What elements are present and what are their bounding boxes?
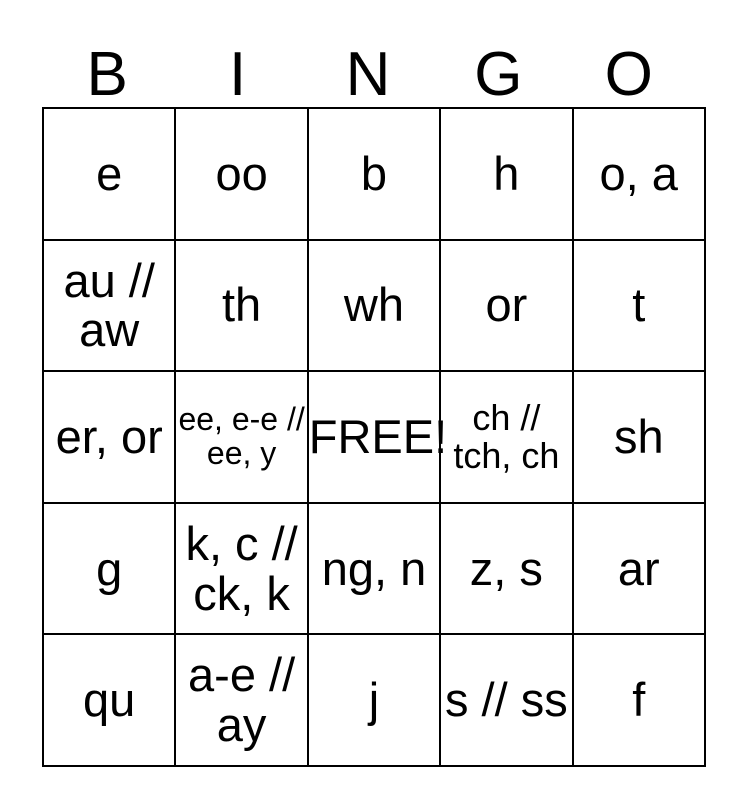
bingo-cell-label: a-e // ay <box>188 648 296 752</box>
bingo-cell-label: h <box>493 146 520 200</box>
bingo-header-cell-o: O <box>564 18 694 107</box>
bingo-header-cell-g: G <box>433 18 563 107</box>
bingo-row: g k, c // ck, k ng, n z, s ar <box>41 501 706 636</box>
bingo-row: au // aw th wh or t <box>41 238 706 373</box>
bingo-cell[interactable]: ch // tch, ch <box>439 370 574 504</box>
bingo-row: qu a-e // ay j s // ss f <box>41 633 706 767</box>
bingo-cell-label: ng, n <box>321 541 427 595</box>
bingo-cell-label: f <box>632 673 646 727</box>
bingo-cell-label: k, c // ck, k <box>185 516 298 620</box>
bingo-cell-label: oo <box>215 146 268 200</box>
bingo-card: B I N G O e oo b h o, a au // aw th wh o… <box>41 18 706 767</box>
bingo-row: e oo b h o, a <box>41 107 706 241</box>
bingo-cell-label: or <box>485 278 528 332</box>
bingo-cell[interactable]: ee, e-e // ee, y <box>174 370 309 504</box>
bingo-free-space-label: FREE! <box>308 410 448 464</box>
bingo-cell[interactable]: sh <box>571 370 706 504</box>
bingo-cell[interactable]: h <box>439 107 574 241</box>
bingo-cell-label: th <box>221 278 262 332</box>
bingo-cell-label: o, a <box>599 146 678 200</box>
bingo-header-letter: B <box>86 40 128 110</box>
bingo-cell[interactable]: t <box>571 238 706 373</box>
bingo-cell[interactable]: b <box>306 107 442 241</box>
bingo-cell-free[interactable]: FREE! <box>306 370 448 504</box>
bingo-cell[interactable]: z, s <box>439 501 574 636</box>
bingo-cell-label: qu <box>83 673 136 727</box>
bingo-cell[interactable]: er, or <box>41 370 177 504</box>
bingo-cell[interactable]: ng, n <box>306 501 442 636</box>
bingo-cell-label: er, or <box>55 410 163 464</box>
bingo-cell-label: ch // tch, ch <box>453 396 560 476</box>
bingo-cell[interactable]: th <box>174 238 309 373</box>
bingo-cell[interactable]: o, a <box>571 107 706 241</box>
bingo-cell-label: e <box>96 146 123 200</box>
bingo-cell-label: b <box>360 146 388 200</box>
bingo-row: er, or ee, e-e // ee, y FREE! ch // tch,… <box>41 370 706 504</box>
bingo-cell-label: ee, e-e // ee, y <box>178 401 305 471</box>
bingo-header-row: B I N G O <box>42 18 694 107</box>
bingo-header-letter: I <box>228 40 247 110</box>
bingo-cell-label: z, s <box>469 541 543 595</box>
bingo-cell[interactable]: or <box>439 238 574 373</box>
bingo-grid: e oo b h o, a au // aw th wh or t er, or… <box>41 107 706 767</box>
bingo-cell[interactable]: ar <box>571 501 706 636</box>
bingo-cell-label: ar <box>617 541 660 595</box>
bingo-cell[interactable]: oo <box>174 107 309 241</box>
bingo-cell[interactable]: au // aw <box>41 238 177 373</box>
bingo-header-letter: O <box>604 40 653 110</box>
bingo-cell[interactable]: qu <box>41 633 177 767</box>
bingo-cell[interactable]: k, c // ck, k <box>174 501 309 636</box>
bingo-cell[interactable]: wh <box>306 238 442 373</box>
bingo-cell-label: sh <box>613 410 664 464</box>
bingo-cell[interactable]: s // ss <box>439 633 574 767</box>
bingo-header-letter: G <box>474 40 523 110</box>
bingo-cell-label: t <box>632 278 646 332</box>
bingo-cell-label: au // aw <box>63 253 155 357</box>
bingo-cell[interactable]: g <box>41 501 177 636</box>
bingo-cell[interactable]: a-e // ay <box>174 633 309 767</box>
bingo-header-letter: N <box>345 40 391 110</box>
bingo-cell-label: s // ss <box>445 673 568 727</box>
bingo-header-cell-b: B <box>42 18 172 107</box>
bingo-cell[interactable]: j <box>306 633 442 767</box>
bingo-header-cell-i: I <box>172 18 302 107</box>
bingo-cell[interactable]: e <box>41 107 177 241</box>
bingo-cell-label: j <box>368 673 380 727</box>
bingo-cell-label: wh <box>343 278 405 332</box>
bingo-header-cell-n: N <box>303 18 433 107</box>
bingo-cell[interactable]: f <box>571 633 706 767</box>
bingo-cell-label: g <box>96 541 123 595</box>
